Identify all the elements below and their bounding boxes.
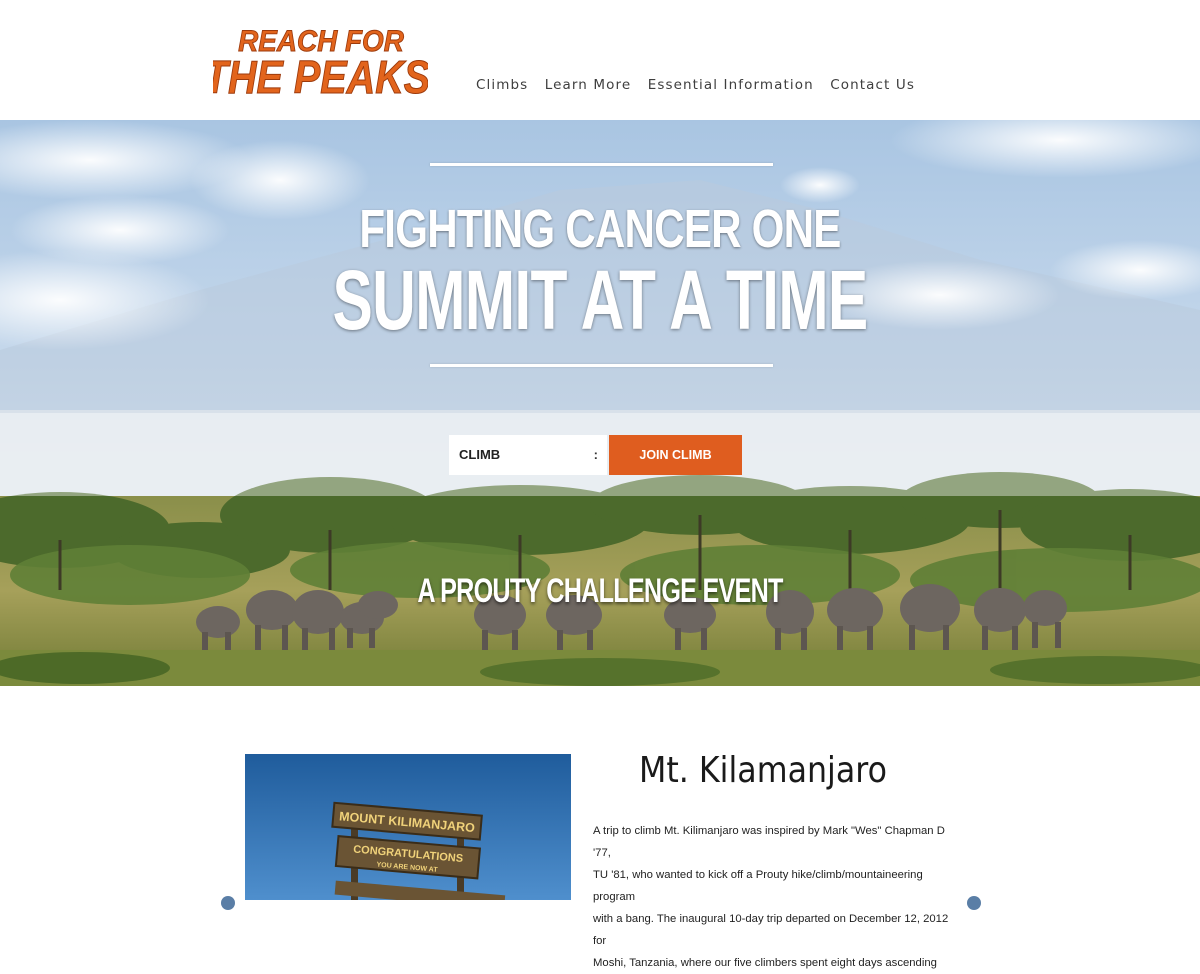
- site-header: REACH FOR THE PEAKS Climbs Learn More Es…: [0, 0, 1200, 120]
- climb-select-value: CLIMB: [459, 447, 501, 462]
- hero-top-rule: [430, 163, 773, 166]
- main-nav: Climbs Learn More Essential Information …: [470, 76, 921, 96]
- feature-body-line: with a bang. The inaugural 10-day trip d…: [593, 913, 949, 947]
- hero-banner: FIGHTING CANCER ONE SUMMIT AT A TIME CLI…: [0, 120, 1200, 686]
- logo-line2: THE PEAKS: [213, 52, 428, 102]
- feature-body-line: A trip to climb Mt. Kilimanjaro was insp…: [593, 825, 945, 859]
- climb-select[interactable]: CLIMB :: [449, 435, 607, 475]
- site-logo[interactable]: REACH FOR THE PEAKS: [213, 24, 428, 102]
- nav-learn-more[interactable]: Learn More: [545, 77, 632, 93]
- carousel-next-icon[interactable]: [967, 896, 981, 910]
- nav-climbs[interactable]: Climbs: [476, 77, 528, 93]
- join-climb-button[interactable]: JOIN CLIMB: [609, 435, 742, 475]
- feature-description: A trip to climb Mt. Kilimanjaro was insp…: [593, 820, 953, 974]
- hero-headline-line1: FIGHTING CANCER ONE: [359, 199, 841, 259]
- feature-body-line: TU '81, who wanted to kick off a Prouty …: [593, 869, 923, 903]
- nav-essential-information[interactable]: Essential Information: [648, 77, 814, 93]
- select-arrow-icon: :: [593, 447, 598, 462]
- carousel-prev-icon[interactable]: [221, 896, 235, 910]
- feature-body-line: Moshi, Tanzania, where our five climbers…: [593, 957, 937, 969]
- nav-contact-us[interactable]: Contact Us: [830, 77, 915, 93]
- kilimanjaro-summit-photo: MOUNT KILIMANJARO CONGRATULATIONS YOU AR…: [245, 754, 571, 900]
- feature-title: Mt. Kilamanjaro: [639, 750, 887, 791]
- hero-tagline: A PROUTY CHALLENGE EVENT: [417, 572, 783, 610]
- hero-headline-line2: SUMMIT AT A TIME: [332, 253, 869, 347]
- hero-bottom-rule: [430, 364, 773, 367]
